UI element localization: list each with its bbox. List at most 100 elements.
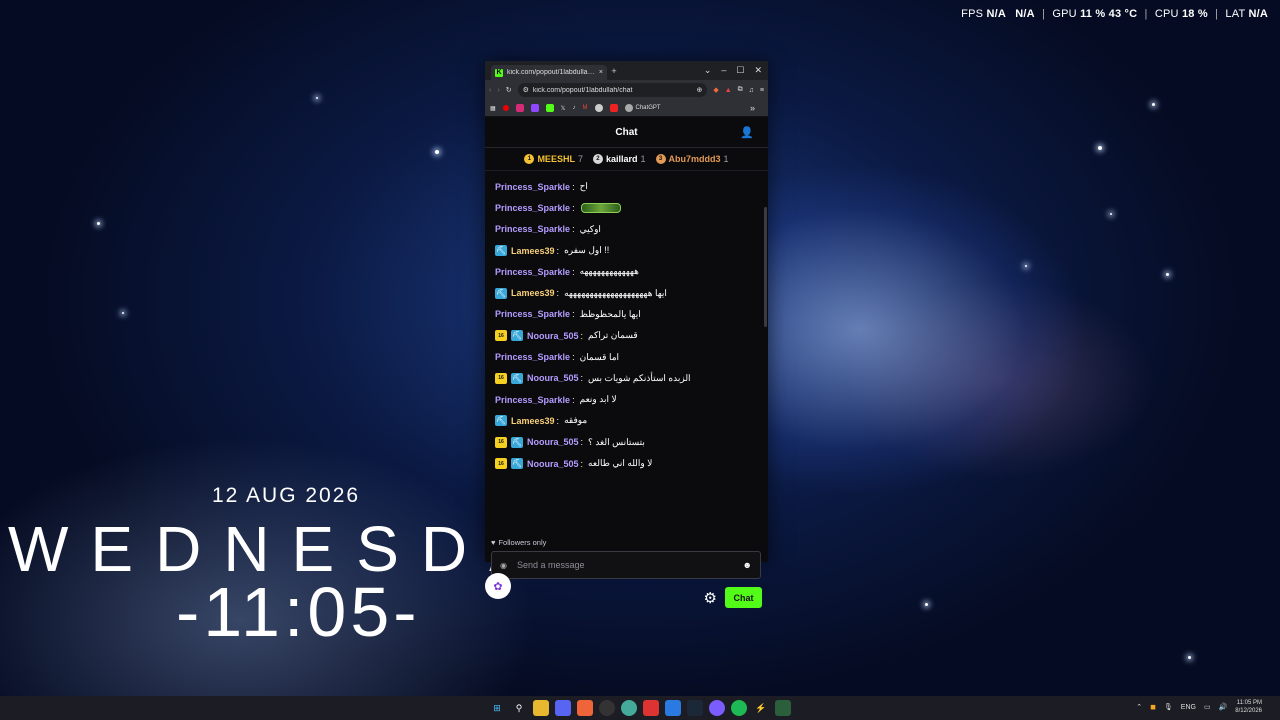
subscriber-badge-icon[interactable]: 16 [495,436,507,448]
leaderboard-name: MEESHL [537,154,575,164]
media-icon[interactable]: ♫ [749,87,754,94]
red-app-icon[interactable] [643,700,659,716]
bookmark-twitch-icon[interactable] [530,104,539,112]
chat-username[interactable]: Lamees39 [511,246,555,256]
pickaxe-badge-icon[interactable]: ⛏ [511,372,523,384]
bookmark-chatgpt[interactable]: ChatGPT [624,104,661,112]
chat-message-input[interactable] [514,559,735,571]
chat-username[interactable]: Princess_Sparkle [495,395,570,405]
language-indicator[interactable]: ENG [1181,704,1196,711]
cpu-label: CPU [1154,8,1179,20]
chrome-icon[interactable] [621,700,637,716]
chat-username[interactable]: Princess_Sparkle [495,352,570,362]
chat-username[interactable]: Nooura_505 [527,437,579,447]
bookmark-kick-icon[interactable] [545,104,554,112]
chat-username[interactable]: Lamees39 [511,288,555,298]
chat-message: ⛏ Lamees39: ايها ههههههههههههههههههههه [485,282,768,303]
chat-username[interactable]: Princess_Sparkle [495,224,570,234]
capcut-icon[interactable]: ⚡ [753,700,769,716]
browser-tab[interactable]: K kick.com/popout/1labdullah/chat × [491,65,607,80]
chat-username[interactable]: Nooura_505 [527,331,579,341]
shield-icon[interactable]: ◆ [713,86,718,94]
windows-start-icon[interactable]: ⊞ [489,700,505,716]
user-settings-icon[interactable]: 👤 [740,126,754,139]
pickaxe-badge-icon[interactable]: ⛏ [511,330,523,342]
chat-username[interactable]: Lamees39 [511,416,555,426]
wallpaper-star [1025,265,1027,267]
chat-username[interactable]: Princess_Sparkle [495,309,570,319]
chat-actions: ⚙ Chat [704,587,762,608]
chat-username[interactable]: Princess_Sparkle [495,203,570,213]
chat-colon: : [572,309,575,320]
leaderboard-entry[interactable]: 2 kaillard 1 [592,154,646,164]
chat-settings-gear-icon[interactable]: ⚙ [704,589,717,607]
brave-icon[interactable] [577,700,593,716]
terminal-icon[interactable] [775,700,791,716]
bookmark-spotify-icon[interactable] [594,104,603,112]
bookmark-x-icon[interactable]: 𝕏 [561,105,566,112]
emote-icon[interactable] [580,202,621,213]
emoji-icon[interactable]: ☻ [743,560,752,570]
menu-icon[interactable]: ≡ [760,87,764,94]
send-chat-button[interactable]: Chat [725,587,762,608]
blue-app-icon[interactable] [665,700,681,716]
overlay-divider: | [1144,8,1148,20]
volume-icon[interactable]: 🔊 [1219,703,1228,711]
close-window-icon[interactable]: ✕ [754,65,762,76]
chat-username[interactable]: Princess_Sparkle [495,267,570,277]
extensions-icon[interactable]: ⧉ [738,86,743,94]
chat-username[interactable]: Princess_Sparkle [495,182,570,192]
url-field[interactable]: ⚙ kick.com/popout/1labdullah/chat ⊕ [517,83,708,97]
spotify-icon[interactable] [731,700,747,716]
new-tab-icon[interactable]: + [607,66,621,76]
subscriber-badge-icon[interactable]: 16 [495,458,507,469]
pickaxe-badge-icon[interactable]: ⛏ [495,415,507,427]
tab-list-icon[interactable]: ⌄ [704,65,712,76]
wallpaper-star [1166,273,1169,276]
github-icon[interactable] [599,700,615,716]
file-explorer-icon[interactable] [533,700,549,716]
forward-icon[interactable]: › [497,87,499,94]
pickaxe-badge-icon[interactable]: ⛏ [495,245,507,257]
back-icon[interactable]: ‹ [489,87,491,94]
tray-overflow-icon[interactable]: ⌃ [1136,703,1142,711]
leaderboard-entry[interactable]: 3 Abu7mddd3 1 [655,154,729,164]
pickaxe-badge-icon[interactable]: ⛏ [495,287,507,299]
network-icon[interactable]: ▭ [1204,703,1211,711]
minimize-icon[interactable]: – [721,65,726,76]
bookmark-instagram-icon[interactable] [515,104,524,112]
tray-app-icon[interactable]: ◼ [1150,703,1156,711]
taskbar-clock[interactable]: 11:05 PM 8/12/2026 [1235,699,1262,715]
rewards-icon[interactable]: ▲ [725,87,732,94]
subscriber-badge-icon[interactable]: 16 [495,330,507,342]
bookmark-red-icon[interactable] [609,104,618,112]
more-bookmarks-icon[interactable]: » [750,103,755,113]
tab-close-icon[interactable]: × [599,69,603,76]
apps-icon[interactable]: ▦ [490,105,496,112]
discord-icon[interactable] [555,700,571,716]
wallpaper-star [1188,656,1191,659]
gpu-label: GPU [1052,8,1077,20]
site-settings-icon[interactable]: ⚙ [523,86,529,94]
chat-input-badge-icon[interactable]: ◉ [500,561,507,570]
assistant-avatar[interactable]: ✿ [485,573,511,599]
maximize-icon[interactable]: ☐ [736,65,744,76]
microphone-icon[interactable]: 🎙 [1164,703,1173,711]
leaderboard-entry[interactable]: 1 MEESHL 7 [524,154,583,164]
chatgpt-icon [624,104,633,112]
reload-icon[interactable]: ↻ [506,86,512,94]
zoom-icon[interactable]: ⊕ [696,86,702,94]
chat-username[interactable]: Nooura_505 [527,373,579,383]
chat-username[interactable]: Nooura_505 [527,459,579,469]
bookmark-tiktok-icon[interactable]: ♪ [573,105,576,111]
steam-icon[interactable] [687,700,703,716]
subscriber-badge-icon[interactable]: 16 [495,372,507,384]
chat-message: Princess_Sparkle: اوكيي [485,219,768,240]
purple-app-icon[interactable] [709,700,725,716]
chat-scrollbar[interactable] [764,207,767,327]
search-icon[interactable]: ⚲ [511,700,527,716]
pickaxe-badge-icon[interactable]: ⛏ [511,458,523,469]
bookmark-youtube-icon[interactable] [502,105,509,111]
pickaxe-badge-icon[interactable]: ⛏ [511,436,523,448]
bookmark-gmail-icon[interactable]: M [583,105,588,111]
